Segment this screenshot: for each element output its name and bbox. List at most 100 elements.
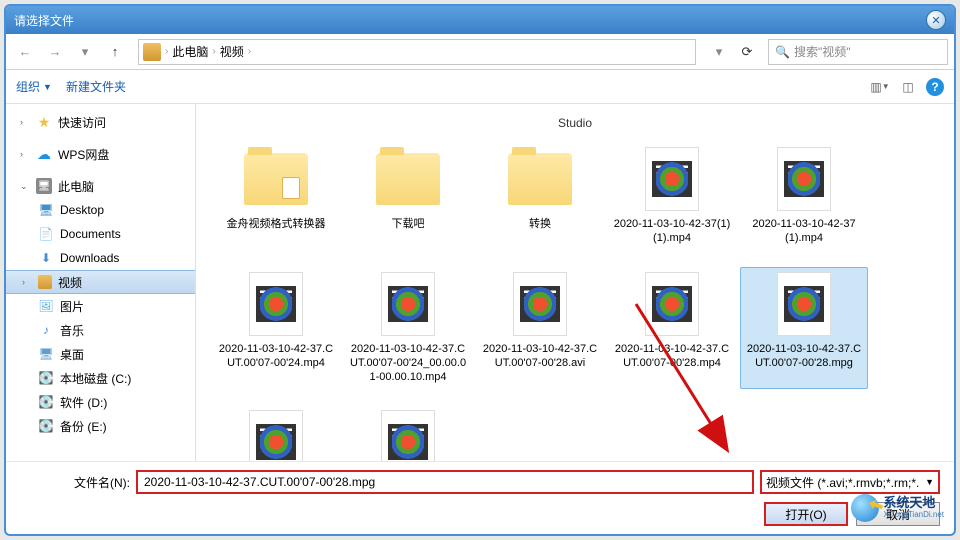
globe-icon: [851, 494, 879, 522]
titlebar: 请选择文件 ✕: [6, 6, 954, 34]
forward-button[interactable]: →: [42, 39, 68, 65]
chevron-right-icon: ›: [212, 46, 215, 57]
watermark: 系统天地 XiTongTianDi.net: [851, 494, 944, 522]
breadcrumb-item[interactable]: 视频: [220, 43, 244, 60]
file-item[interactable]: 2020-11-03-10-42-37.CUT.00'07-00'28.vob: [212, 405, 340, 461]
video-file-icon: [765, 272, 843, 336]
file-name-label: 2020-11-03-10-42-37.CUT.00'07-00'28.mpg: [743, 342, 865, 371]
disk-icon: 💽: [38, 394, 54, 410]
pc-icon: 🖥: [36, 178, 52, 194]
download-icon: ⬇: [38, 250, 54, 266]
sidebar-desktop[interactable]: 🖥 Desktop: [6, 198, 195, 222]
organize-button[interactable]: 组织 ▼: [16, 78, 52, 95]
file-item[interactable]: 2020-11-03-10-42-37(1).mp4: [740, 142, 868, 251]
sidebar: › ★ 快速访问 › ☁ WPS网盘 ⌄ 🖥 此电脑 🖥 Desktop 📄: [6, 104, 196, 461]
preview-pane-button[interactable]: ◫: [898, 77, 918, 97]
file-item[interactable]: 2020-11-03-10-42-37.mp4: [344, 405, 472, 461]
sidebar-disk-d[interactable]: 💽 软件 (D:): [6, 390, 195, 414]
file-grid: Studio 金舟视频格式转换器下载吧转换 2020-11-03-10-42-37…: [196, 104, 954, 461]
file-item[interactable]: 2020-11-03-10-42-37.CUT.00'07-00'28.avi: [476, 267, 604, 390]
file-name-label: 2020-11-03-10-42-37(1).mp4: [743, 217, 865, 246]
sidebar-videos[interactable]: › 视频: [6, 270, 195, 294]
file-name-label: 2020-11-03-10-42-37.CUT.00'07-00'28.avi: [479, 342, 601, 371]
sidebar-music[interactable]: ♪ 音乐: [6, 318, 195, 342]
help-button[interactable]: ?: [926, 78, 944, 96]
chevron-down-icon: ▼: [925, 477, 934, 487]
breadcrumb-item[interactable]: 此电脑: [172, 43, 208, 60]
watermark-main: 系统天地: [883, 496, 944, 510]
file-item[interactable]: 2020-11-03-10-42-37(1)(1).mp4: [608, 142, 736, 251]
file-name-label: 2020-11-03-10-42-37.CUT.00'07-00'28.mp4: [611, 342, 733, 371]
filename-label: 文件名(N):: [20, 474, 130, 491]
video-file-icon: [633, 147, 711, 211]
folder-item[interactable]: 下载吧: [344, 142, 472, 251]
chevron-right-icon: ›: [22, 277, 32, 287]
file-dialog: 请选择文件 ✕ ← → ▾ ↑ › 此电脑 › 视频 › ▾ ⟳ 🔍 搜索"视频…: [4, 4, 956, 536]
nav-bar: ← → ▾ ↑ › 此电脑 › 视频 › ▾ ⟳ 🔍 搜索"视频": [6, 34, 954, 70]
recent-dropdown[interactable]: ▾: [72, 39, 98, 65]
breadcrumb[interactable]: › 此电脑 › 视频 ›: [138, 39, 696, 65]
folder-icon: [237, 147, 315, 211]
file-item[interactable]: 2020-11-03-10-42-37.CUT.00'07-00'28.mpg: [740, 267, 868, 390]
sidebar-disk-c[interactable]: 💽 本地磁盘 (C:): [6, 366, 195, 390]
group-header: Studio: [210, 116, 940, 130]
search-placeholder: 搜索"视频": [794, 43, 851, 60]
folder-icon: [369, 147, 447, 211]
sidebar-disk-e[interactable]: 💽 备份 (E:): [6, 414, 195, 438]
sidebar-desktop2[interactable]: 🖥 桌面: [6, 342, 195, 366]
video-file-icon: [369, 410, 447, 461]
file-item[interactable]: 2020-11-03-10-42-37.CUT.00'07-00'24_00.0…: [344, 267, 472, 390]
chevron-down-icon: ⌄: [20, 181, 30, 192]
filename-input[interactable]: [136, 470, 754, 494]
chevron-right-icon: ›: [20, 149, 30, 159]
back-button[interactable]: ←: [12, 39, 38, 65]
video-file-icon: [501, 272, 579, 336]
video-icon: [38, 275, 52, 289]
sidebar-pictures[interactable]: 🖼 图片: [6, 294, 195, 318]
breadcrumb-dropdown[interactable]: ▾: [706, 39, 732, 65]
open-button[interactable]: 打开(O): [764, 502, 848, 526]
refresh-button[interactable]: ⟳: [734, 39, 760, 65]
file-item[interactable]: 2020-11-03-10-42-37.CUT.00'07-00'24.mp4: [212, 267, 340, 390]
desktop-icon: 🖥: [38, 202, 54, 218]
document-icon: 📄: [38, 226, 54, 242]
music-icon: ♪: [38, 322, 54, 338]
desktop-icon: 🖥: [38, 346, 54, 362]
folder-item[interactable]: 转换: [476, 142, 604, 251]
cloud-icon: ☁: [36, 146, 52, 162]
chevron-right-icon: ›: [248, 46, 251, 57]
video-file-icon: [369, 272, 447, 336]
video-file-icon: [237, 272, 315, 336]
close-button[interactable]: ✕: [926, 10, 946, 30]
view-options-button[interactable]: ▥ ▼: [870, 77, 890, 97]
filetype-select[interactable]: 视频文件 (*.avi;*.rmvb;*.rm;*. ▼: [760, 470, 940, 494]
sidebar-quick-access[interactable]: › ★ 快速访问: [6, 110, 195, 134]
sidebar-downloads[interactable]: ⬇ Downloads: [6, 246, 195, 270]
video-file-icon: [765, 147, 843, 211]
footer: 文件名(N): 视频文件 (*.avi;*.rmvb;*.rm;*. ▼ 打开(…: [6, 461, 954, 534]
disk-icon: 💽: [38, 370, 54, 386]
video-file-icon: [633, 272, 711, 336]
sidebar-wps[interactable]: › ☁ WPS网盘: [6, 142, 195, 166]
sidebar-this-pc[interactable]: ⌄ 🖥 此电脑: [6, 174, 195, 198]
sidebar-documents[interactable]: 📄 Documents: [6, 222, 195, 246]
search-input[interactable]: 🔍 搜索"视频": [768, 39, 948, 65]
up-button[interactable]: ↑: [102, 39, 128, 65]
file-name-label: 2020-11-03-10-42-37(1)(1).mp4: [611, 217, 733, 246]
search-icon: 🔍: [775, 45, 790, 59]
file-item[interactable]: 2020-11-03-10-42-37.CUT.00'07-00'28.mp4: [608, 267, 736, 390]
video-file-icon: [237, 410, 315, 461]
window-title: 请选择文件: [14, 12, 926, 29]
chevron-right-icon: ›: [165, 46, 168, 57]
star-icon: ★: [36, 114, 52, 130]
toolbar: 组织 ▼ 新建文件夹 ▥ ▼ ◫ ?: [6, 70, 954, 104]
folder-icon: [501, 147, 579, 211]
file-name-label: 金舟视频格式转换器: [215, 217, 337, 231]
watermark-sub: XiTongTianDi.net: [883, 511, 944, 520]
file-name-label: 转换: [479, 217, 601, 231]
new-folder-button[interactable]: 新建文件夹: [66, 78, 126, 95]
file-name-label: 2020-11-03-10-42-37.CUT.00'07-00'24.mp4: [215, 342, 337, 371]
file-name-label: 下载吧: [347, 217, 469, 231]
folder-item[interactable]: 金舟视频格式转换器: [212, 142, 340, 251]
file-name-label: 2020-11-03-10-42-37.CUT.00'07-00'24_00.0…: [347, 342, 469, 385]
